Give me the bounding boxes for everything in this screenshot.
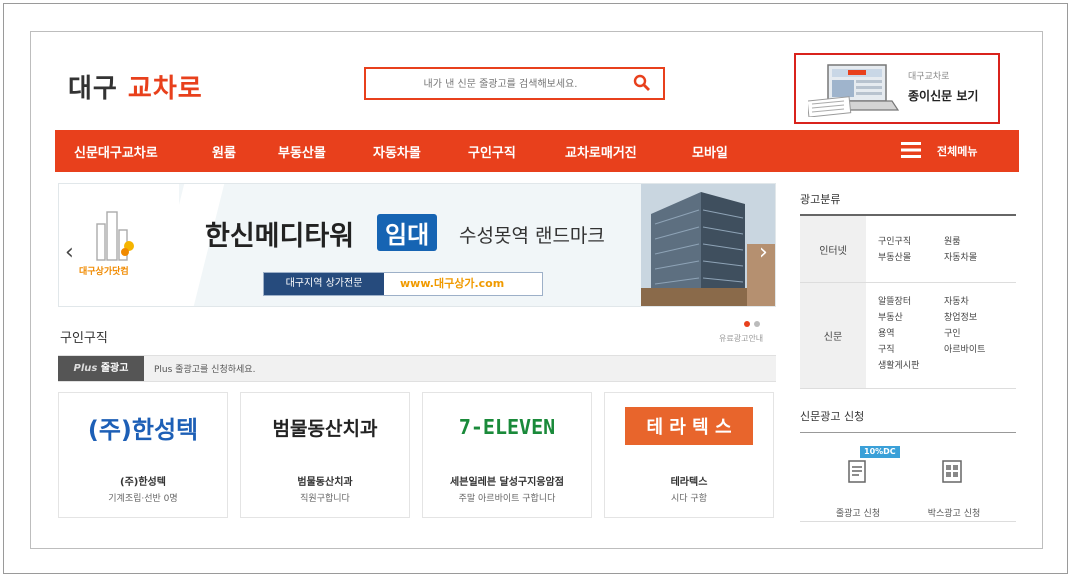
slide-dot-active[interactable] bbox=[744, 321, 750, 327]
paper-handwriting: 대구교차로 bbox=[908, 72, 950, 82]
document-icon bbox=[848, 460, 866, 483]
laptop-icon bbox=[808, 64, 900, 117]
category-item[interactable]: 자동차 bbox=[944, 294, 969, 307]
paper-newspaper-link[interactable]: 대구교차로 종이신문 보기 bbox=[794, 53, 1000, 124]
slide-dot[interactable] bbox=[754, 321, 760, 327]
all-menu-button[interactable]: 전체메뉴 bbox=[901, 138, 1001, 164]
card-name: (주)한성텍 bbox=[120, 477, 166, 488]
apply-title: 신문광고 신청 bbox=[800, 410, 865, 423]
banner-headline: 한신메디타워 bbox=[205, 221, 355, 252]
main-nav: 신문대구교차로 원룸 부동산몰 자동차몰 구인구직 교차로매거진 모바일 전체메… bbox=[55, 130, 1019, 172]
job-cards: (주)한성텍 (주)한성텍 기계조립·선반 0명 범물동산치과 범물동산치과 직… bbox=[58, 392, 776, 518]
category-item[interactable]: 생활게시판 bbox=[878, 358, 919, 371]
card-name: 테라텍스 bbox=[670, 477, 708, 488]
box-ad-apply-button[interactable]: 박스광고 신청 bbox=[924, 456, 984, 519]
line-ad-apply-label: 줄광고 신청 bbox=[835, 509, 881, 519]
plus-badge-italic: Plus bbox=[73, 363, 98, 374]
category-title: 광고분류 bbox=[800, 193, 841, 206]
card-logo: 범물동산치과 bbox=[272, 417, 378, 440]
card-desc: 직원구합니다 bbox=[300, 494, 350, 504]
category-item[interactable]: 부동산 bbox=[878, 310, 903, 323]
box-ad-apply-label: 박스광고 신청 bbox=[927, 509, 981, 519]
card-logo: (주)한성텍 bbox=[87, 415, 199, 444]
card-logo: 7-ELEVEN bbox=[458, 415, 556, 439]
plus-badge: Plus 줄광고 bbox=[58, 356, 144, 381]
job-card[interactable]: 테 라 텍 스 테라텍스 시다 구함 bbox=[604, 392, 774, 518]
logo-part1: 대구 bbox=[68, 74, 118, 104]
category-label-newspaper: 신문 bbox=[800, 283, 866, 388]
category-item[interactable]: 아르바이트 bbox=[944, 342, 985, 355]
category-item[interactable]: 원룸 bbox=[944, 234, 961, 247]
plus-ad-text: Plus 줄광고를 신청하세요. bbox=[154, 365, 256, 375]
category-item[interactable]: 구직 bbox=[878, 342, 895, 355]
hamburger-icon bbox=[901, 142, 921, 158]
banner-subline: 수성못역 랜드마크 bbox=[459, 225, 605, 247]
slide-indicator bbox=[744, 312, 764, 331]
apply-bottom-divider bbox=[800, 521, 1016, 522]
banner-rent-badge: 임대 bbox=[377, 214, 438, 251]
card-name: 범물동산치과 bbox=[297, 477, 353, 488]
category-item[interactable]: 알뜰장터 bbox=[878, 294, 911, 307]
box-document-icon bbox=[942, 460, 962, 483]
banner-tag-label: 대구지역 상가전문 bbox=[264, 273, 384, 295]
card-desc: 시다 구함 bbox=[671, 494, 707, 504]
site-logo[interactable]: 대구 교차로 bbox=[68, 68, 203, 105]
promo-banner[interactable]: 대구상가닷컴 ‹ 한신메디타워 임대 수성못역 랜드마크 대구지역 상가전문 w… bbox=[58, 183, 776, 307]
paper-link-label: 종이신문 보기 bbox=[908, 89, 979, 103]
nav-item-jobs[interactable]: 구인구직 bbox=[468, 142, 516, 161]
card-name: 세븐일레븐 달성구지응암점 bbox=[450, 477, 564, 488]
category-item[interactable]: 구인 bbox=[944, 326, 961, 339]
nav-item-oneroom[interactable]: 원룸 bbox=[212, 142, 236, 161]
category-item[interactable]: 창업정보 bbox=[944, 310, 977, 323]
category-item[interactable]: 부동산몰 bbox=[878, 250, 911, 263]
apply-divider bbox=[800, 432, 1016, 433]
nav-item-realestate[interactable]: 부동산몰 bbox=[278, 142, 326, 161]
nav-item-cars[interactable]: 자동차몰 bbox=[373, 142, 421, 161]
nav-item-mobile[interactable]: 모바일 bbox=[692, 142, 728, 161]
nav-item-newspaper[interactable]: 신문대구교차로 bbox=[74, 142, 158, 161]
section-title: 구인구직 bbox=[60, 331, 108, 346]
logo-part2: 교차로 bbox=[127, 74, 203, 104]
all-menu-label: 전체메뉴 bbox=[937, 145, 978, 158]
banner-logo-text: 대구상가닷컴 bbox=[79, 267, 129, 277]
category-item[interactable]: 자동차몰 bbox=[944, 250, 977, 263]
search-input[interactable] bbox=[376, 74, 625, 94]
banner-tag-url: www.대구상가.com bbox=[400, 277, 505, 290]
category-label-internet: 인터넷 bbox=[800, 216, 866, 282]
paid-ad-info-link[interactable]: 유료광고안내 bbox=[719, 333, 763, 344]
banner-next-icon[interactable]: › bbox=[759, 240, 768, 265]
category-item[interactable]: 용역 bbox=[878, 326, 895, 339]
building-photo bbox=[641, 184, 775, 306]
nav-item-magazine[interactable]: 교차로매거진 bbox=[565, 142, 637, 161]
building-logo-icon bbox=[96, 211, 134, 261]
banner-prev-icon[interactable]: ‹ bbox=[65, 240, 74, 265]
category-table: 인터넷 구인구직 원룸 부동산몰 자동차몰 신문 알뜰장터 자동차 부동산 창업… bbox=[800, 216, 1016, 389]
category-item[interactable]: 구인구직 bbox=[878, 234, 911, 247]
job-card[interactable]: 7-ELEVEN 세븐일레븐 달성구지응암점 주말 아르바이트 구합니다 bbox=[422, 392, 592, 518]
card-desc: 주말 아르바이트 구합니다 bbox=[458, 494, 556, 504]
card-desc: 기계조립·선반 0명 bbox=[108, 494, 178, 504]
card-logo: 테 라 텍 스 bbox=[625, 407, 753, 445]
search-box bbox=[364, 67, 665, 100]
plus-ad-bar[interactable]: Plus 줄광고 Plus 줄광고를 신청하세요. bbox=[58, 355, 776, 382]
search-icon[interactable] bbox=[633, 74, 651, 92]
line-ad-apply-button[interactable]: 줄광고 신청 bbox=[828, 456, 888, 519]
job-card[interactable]: (주)한성텍 (주)한성텍 기계조립·선반 0명 bbox=[58, 392, 228, 518]
banner-tag: 대구지역 상가전문 www.대구상가.com bbox=[263, 272, 543, 296]
plus-badge-text: 줄광고 bbox=[100, 363, 129, 374]
job-card[interactable]: 범물동산치과 범물동산치과 직원구합니다 bbox=[240, 392, 410, 518]
